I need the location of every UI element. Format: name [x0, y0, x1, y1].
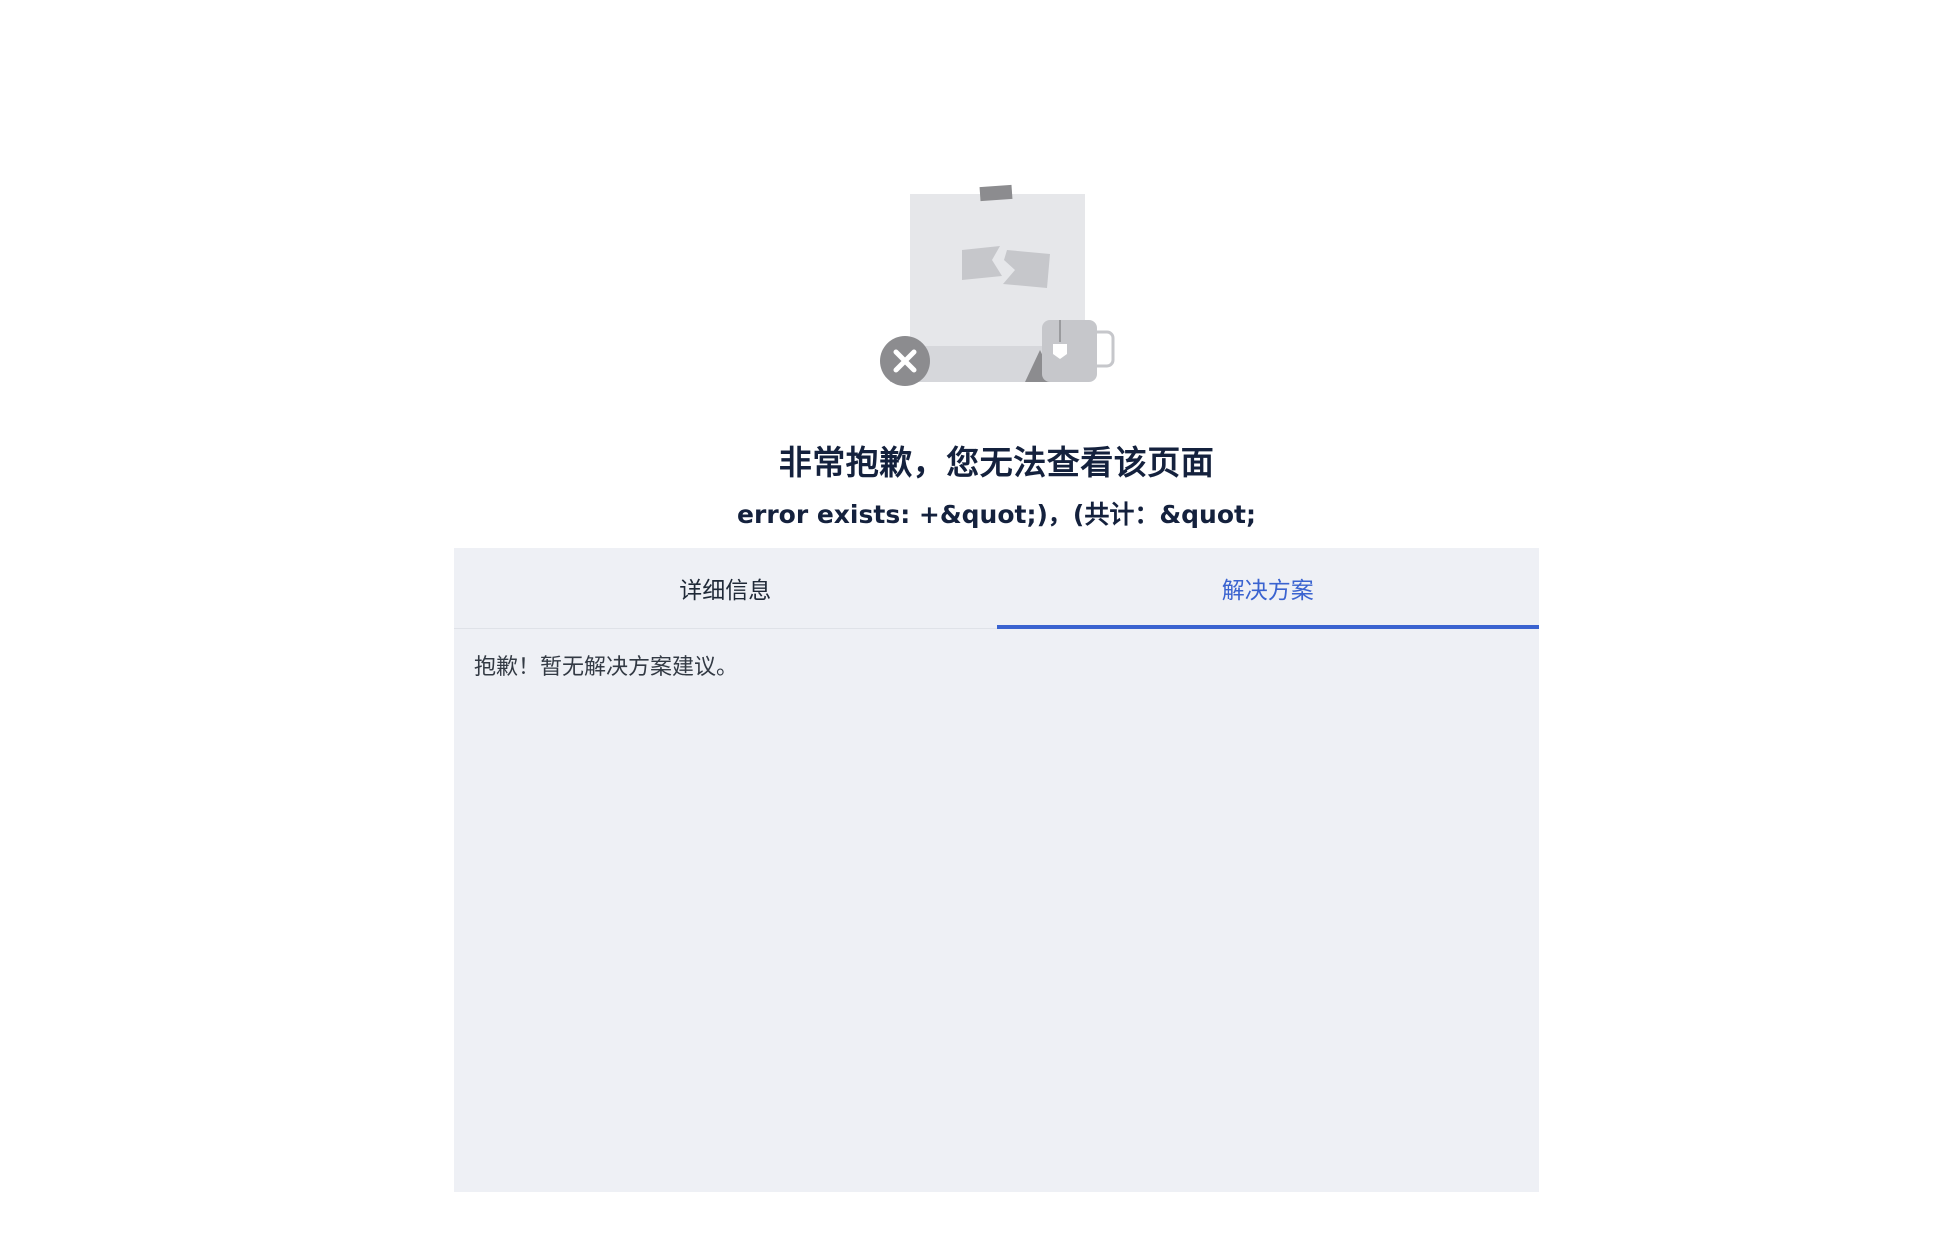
tab-bar: 详细信息 解决方案 [454, 548, 1539, 629]
tab-details[interactable]: 详细信息 [454, 548, 997, 628]
broken-page-illustration [870, 180, 1120, 390]
panel-content: 抱歉！暂无解决方案建议。 [474, 655, 739, 680]
tab-solutions[interactable]: 解决方案 [996, 548, 1540, 629]
error-message: error exists: +&quot;)，(共计：&quot; [737, 500, 1256, 529]
info-panel: 详细信息 解决方案 抱歉！暂无解决方案建议。 [454, 548, 1539, 1192]
error-page: 非常抱歉，您无法查看该页面 error exists: +&quot;)，(共计… [0, 0, 1933, 1255]
error-title: 非常抱歉，您无法查看该页面 [778, 443, 1215, 482]
